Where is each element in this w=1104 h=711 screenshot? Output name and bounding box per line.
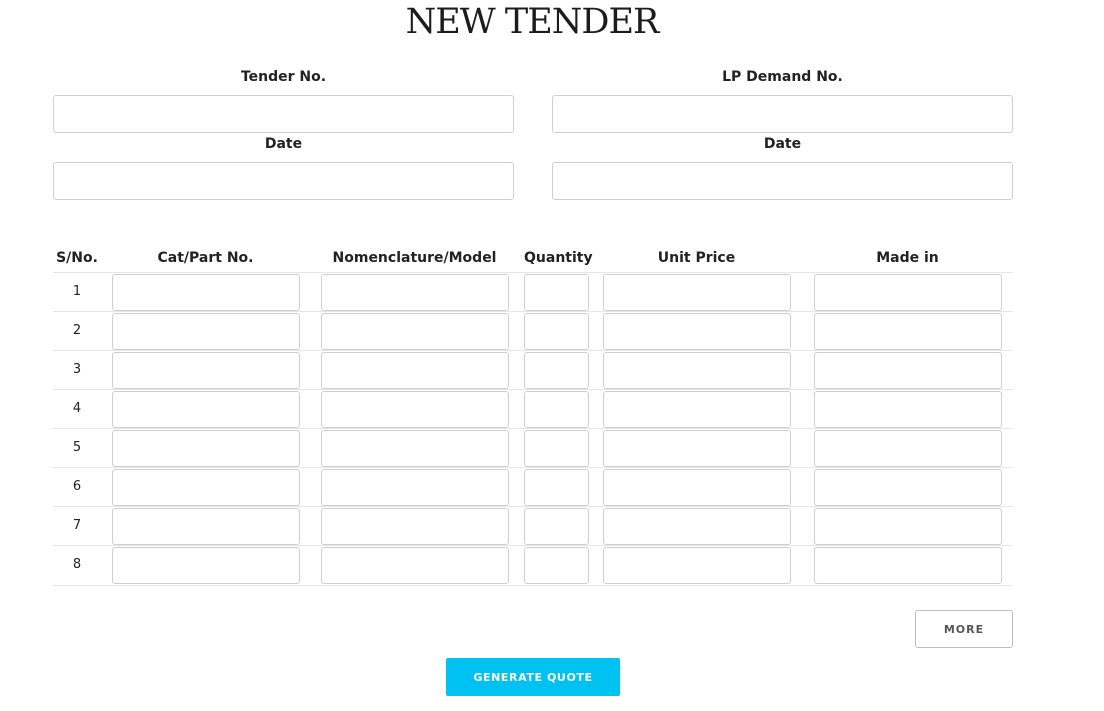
row-number: 4 bbox=[72, 401, 82, 416]
nomenclature-model-input[interactable] bbox=[321, 313, 509, 350]
row-number: 8 bbox=[72, 557, 82, 572]
header-unit-price: Unit Price bbox=[657, 250, 736, 266]
row-number: 2 bbox=[72, 323, 82, 338]
made-in-input[interactable] bbox=[814, 391, 1002, 428]
made-in-input[interactable] bbox=[814, 508, 1002, 545]
date-input-left[interactable] bbox=[53, 162, 514, 200]
table-row: 3 bbox=[53, 350, 1013, 390]
cat-part-no-input[interactable] bbox=[112, 313, 300, 350]
lp-demand-no-label: LP Demand No. bbox=[722, 69, 843, 85]
nomenclature-model-input[interactable] bbox=[321, 430, 509, 467]
unit-price-input[interactable] bbox=[603, 391, 791, 428]
generate-quote-button[interactable]: GENERATE QUOTE bbox=[446, 658, 620, 696]
made-in-input[interactable] bbox=[814, 352, 1002, 389]
quantity-input[interactable] bbox=[524, 352, 589, 389]
header-quantity: Quantity bbox=[524, 250, 593, 266]
cat-part-no-input[interactable] bbox=[112, 508, 300, 545]
quantity-input[interactable] bbox=[524, 508, 589, 545]
nomenclature-model-input[interactable] bbox=[321, 391, 509, 428]
header-nomenclature-model: Nomenclature/Model bbox=[332, 250, 497, 266]
cat-part-no-input[interactable] bbox=[112, 274, 300, 311]
made-in-input[interactable] bbox=[814, 469, 1002, 506]
unit-price-input[interactable] bbox=[603, 547, 791, 584]
tender-no-input[interactable] bbox=[53, 95, 514, 133]
cat-part-no-input[interactable] bbox=[112, 547, 300, 584]
nomenclature-model-input[interactable] bbox=[321, 547, 509, 584]
page-title: NEW TENDER bbox=[405, 2, 660, 42]
quantity-input[interactable] bbox=[524, 430, 589, 467]
nomenclature-model-input[interactable] bbox=[321, 352, 509, 389]
date-label-right: Date bbox=[763, 136, 802, 152]
date-input-right[interactable] bbox=[552, 162, 1013, 200]
quantity-input[interactable] bbox=[524, 274, 589, 311]
cat-part-no-input[interactable] bbox=[112, 430, 300, 467]
unit-price-input[interactable] bbox=[603, 430, 791, 467]
row-number: 1 bbox=[72, 284, 82, 299]
date-label-left: Date bbox=[264, 136, 303, 152]
nomenclature-model-input[interactable] bbox=[321, 508, 509, 545]
cat-part-no-input[interactable] bbox=[112, 469, 300, 506]
quantity-input[interactable] bbox=[524, 547, 589, 584]
quantity-input[interactable] bbox=[524, 469, 589, 506]
header-sno: S/No. bbox=[56, 250, 98, 266]
cat-part-no-input[interactable] bbox=[112, 391, 300, 428]
more-button[interactable]: MORE bbox=[915, 610, 1013, 648]
cat-part-no-input[interactable] bbox=[112, 352, 300, 389]
unit-price-input[interactable] bbox=[603, 274, 791, 311]
header-cat-part-no: Cat/Part No. bbox=[157, 250, 254, 266]
quantity-input[interactable] bbox=[524, 313, 589, 350]
tender-no-label: Tender No. bbox=[240, 69, 327, 85]
table-row: 5 bbox=[53, 428, 1013, 468]
table-row: 4 bbox=[53, 389, 1013, 429]
lp-demand-no-input[interactable] bbox=[552, 95, 1013, 133]
row-number: 5 bbox=[72, 440, 82, 455]
quantity-input[interactable] bbox=[524, 391, 589, 428]
table-row: 8 bbox=[53, 545, 1013, 586]
row-number: 3 bbox=[72, 362, 82, 377]
nomenclature-model-input[interactable] bbox=[321, 274, 509, 311]
table-row: 2 bbox=[53, 311, 1013, 351]
made-in-input[interactable] bbox=[814, 274, 1002, 311]
table-row: 6 bbox=[53, 467, 1013, 507]
table-row: 1 bbox=[53, 272, 1013, 312]
row-number: 6 bbox=[72, 479, 82, 494]
unit-price-input[interactable] bbox=[603, 352, 791, 389]
unit-price-input[interactable] bbox=[603, 313, 791, 350]
unit-price-input[interactable] bbox=[603, 508, 791, 545]
made-in-input[interactable] bbox=[814, 547, 1002, 584]
made-in-input[interactable] bbox=[814, 313, 1002, 350]
nomenclature-model-input[interactable] bbox=[321, 469, 509, 506]
unit-price-input[interactable] bbox=[603, 469, 791, 506]
header-made-in: Made in bbox=[876, 250, 939, 266]
made-in-input[interactable] bbox=[814, 430, 1002, 467]
table-row: 7 bbox=[53, 506, 1013, 546]
row-number: 7 bbox=[72, 518, 82, 533]
